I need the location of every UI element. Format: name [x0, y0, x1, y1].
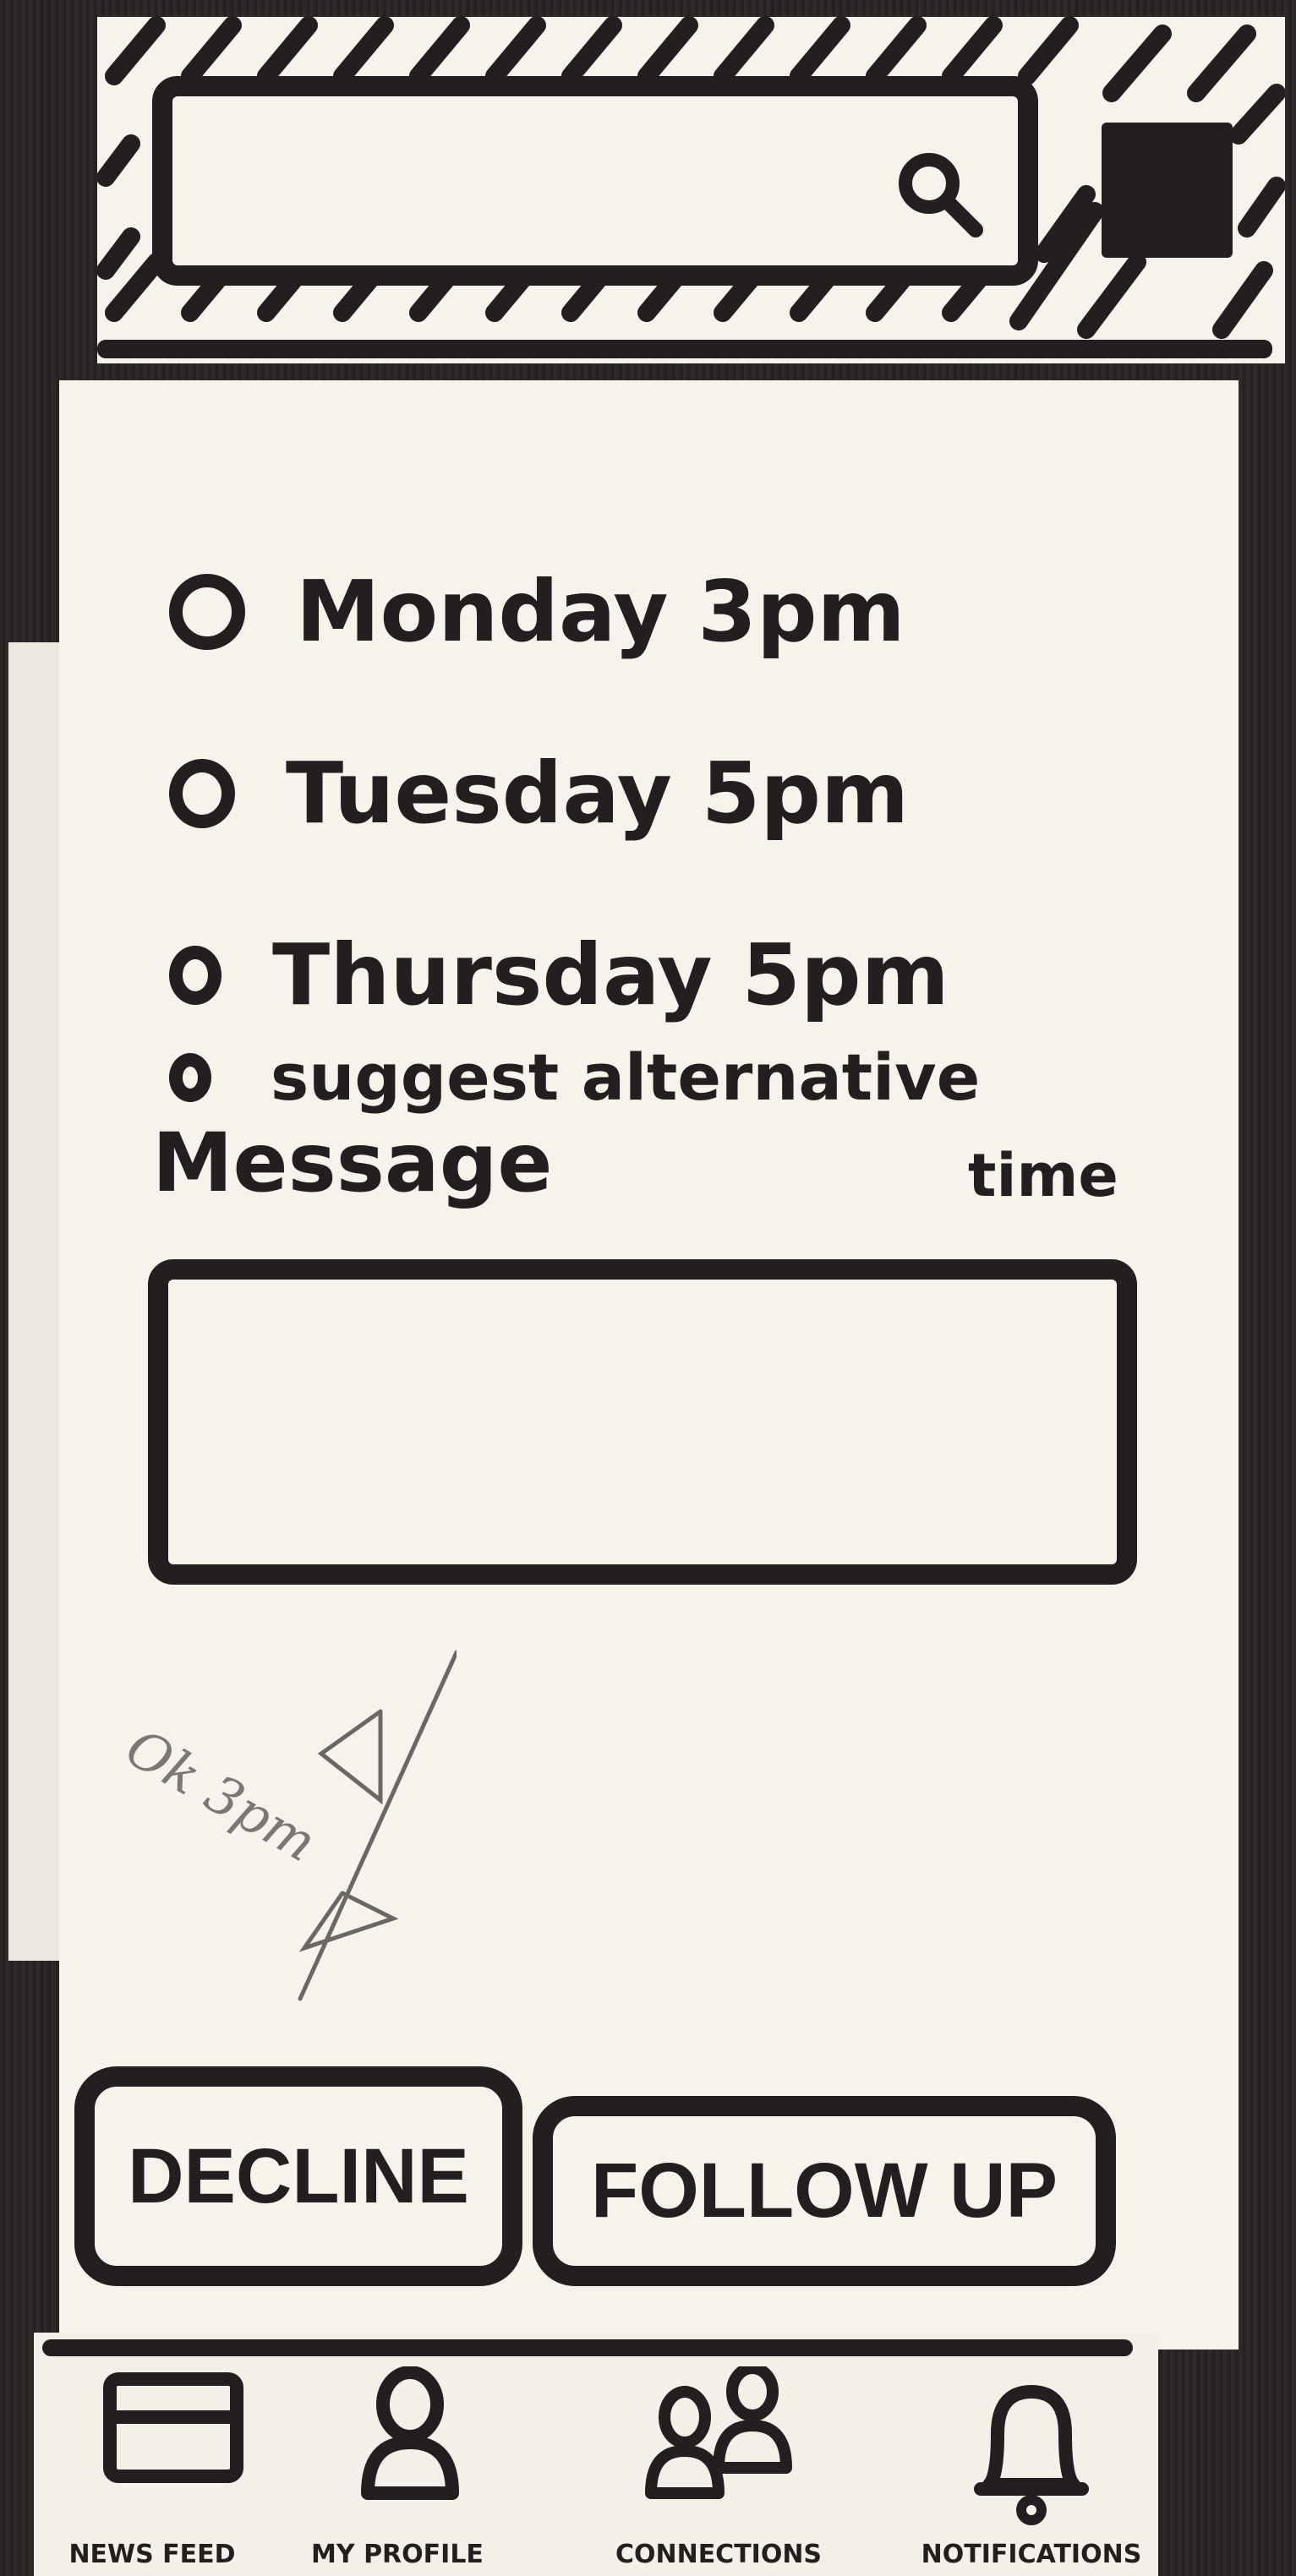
option-label: suggest alternative — [271, 1040, 981, 1115]
radio-button[interactable] — [169, 573, 245, 650]
bell-icon — [974, 2385, 1089, 2525]
follow-up-button[interactable]: FOLLOW UP — [533, 2096, 1116, 2286]
message-input[interactable] — [168, 1280, 1120, 1568]
nav-label: MY PROFILE — [311, 2540, 484, 2569]
option-label: Tuesday 5pm — [286, 744, 910, 843]
radio-button[interactable] — [169, 1052, 211, 1102]
option-tuesday[interactable]: Tuesday 5pm — [169, 744, 909, 843]
nav-label: CONNECTIONS — [615, 2540, 823, 2569]
option-label-overflow: time — [968, 1141, 1118, 1210]
nav-notifications[interactable]: NOTIFICATIONS — [905, 2366, 1158, 2569]
option-label: Monday 3pm — [296, 562, 905, 661]
nav-my-profile[interactable]: MY PROFILE — [287, 2366, 507, 2569]
search-icon[interactable] — [891, 145, 984, 238]
message-label: Message — [152, 1116, 553, 1210]
decline-button[interactable]: DECLINE — [74, 2066, 522, 2286]
nav-label: NOTIFICATIONS — [921, 2540, 1142, 2569]
nav-news-feed[interactable]: NEWS FEED — [42, 2366, 262, 2569]
bottom-nav-divider — [42, 2339, 1133, 2356]
header-divider — [97, 340, 1272, 358]
profile-icon — [361, 2366, 459, 2500]
nav-connections[interactable]: CONNECTIONS — [592, 2366, 845, 2569]
news-feed-icon — [103, 2372, 243, 2483]
radio-button[interactable] — [169, 758, 235, 828]
avatar[interactable] — [1102, 123, 1233, 258]
option-suggest-alternative[interactable]: suggest alternative — [169, 1040, 980, 1115]
pencil-annotation: Ok 3pm — [116, 1650, 457, 2001]
option-monday[interactable]: Monday 3pm — [169, 562, 905, 661]
message-field[interactable] — [148, 1259, 1137, 1585]
radio-button[interactable] — [169, 945, 221, 1005]
annotation-text: Ok 3pm — [116, 1716, 327, 1874]
nav-label: NEWS FEED — [68, 2540, 236, 2569]
search-input[interactable] — [189, 113, 869, 242]
search-bar[interactable] — [152, 76, 1038, 286]
option-thursday[interactable]: Thursday 5pm — [169, 925, 949, 1024]
connections-icon — [645, 2366, 792, 2499]
option-label: Thursday 5pm — [272, 925, 949, 1024]
